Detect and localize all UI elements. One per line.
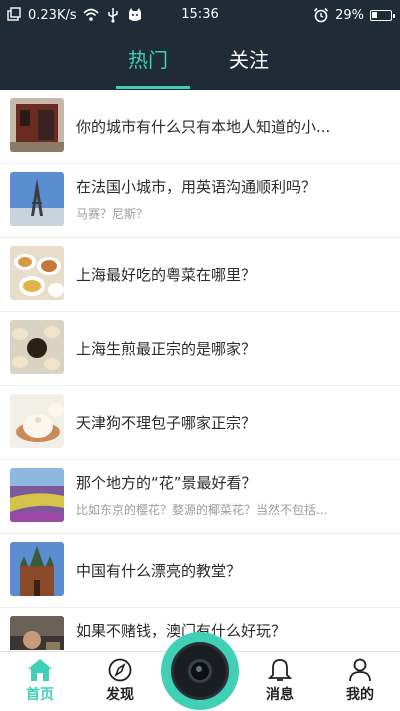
item-title: 上海最好吃的粤菜在哪里？ [76, 266, 257, 284]
building-photo [10, 98, 64, 152]
compass-icon [108, 658, 132, 682]
list-item[interactable]: 上海生煎最正宗的是哪家？ [0, 312, 400, 386]
nav-home[interactable]: 首页 [10, 658, 70, 704]
nav-discover-label: 发现 [106, 687, 134, 703]
user-icon [349, 658, 371, 682]
home-icon [28, 659, 52, 681]
church-photo [10, 542, 64, 596]
tab-hot[interactable]: 热门 [128, 46, 168, 74]
list-item[interactable]: 你的城市有什么只有本地人知道的小... [0, 90, 400, 164]
dumplings-photo [10, 320, 64, 374]
list-item[interactable]: 那个地方的“花”景最好看？ 比如东京的樱花？婺源的椰菜花？当然不包括... [0, 460, 400, 534]
alarm-icon [314, 7, 329, 23]
nav-me[interactable]: 我的 [330, 658, 390, 704]
battery-percent: 29% [335, 7, 364, 23]
nav-home-label: 首页 [26, 687, 54, 703]
eiffel-tower-photo [10, 172, 64, 226]
item-title: 你的城市有什么只有本地人知道的小... [76, 118, 331, 136]
status-right: 29% [313, 6, 395, 24]
baozi-photo [10, 394, 64, 448]
list-item[interactable]: 天津狗不理包子哪家正宗？ [0, 386, 400, 460]
question-feed: 你的城市有什么只有本地人知道的小... 在法国小城市，用英语沟通顺利吗？ 马赛？… [0, 90, 400, 650]
camera-icon [171, 642, 229, 700]
item-subtitle: 马赛？尼斯？ [76, 207, 149, 221]
camera-lens [188, 659, 212, 683]
flower-field-photo [10, 468, 64, 522]
item-title: 天津狗不理包子哪家正宗？ [76, 414, 257, 432]
battery-icon [370, 9, 395, 21]
bell-icon [267, 659, 293, 681]
item-title: 中国有什么漂亮的教堂？ [76, 562, 242, 580]
item-title: 那个地方的“花”景最好看？ [76, 474, 257, 492]
item-title: 上海生煎最正宗的是哪家？ [76, 340, 257, 358]
battery-fill [372, 11, 377, 18]
top-header: 热门 关注 [0, 30, 400, 90]
nav-messages-label: 消息 [266, 687, 294, 703]
macau-photo [10, 616, 64, 650]
tab-follow[interactable]: 关注 [229, 46, 269, 74]
item-title: 在法国小城市，用英语沟通顺利吗？ [76, 178, 317, 196]
app-screen: 0.23K/s 15:36 29% 热门 关注 你的城市有什么只有本地人知道的小… [0, 0, 400, 711]
camera-button[interactable] [161, 632, 239, 710]
item-subtitle: 比如东京的樱花？婺源的椰菜花？当然不包括... [76, 503, 328, 517]
list-item[interactable]: 在法国小城市，用英语沟通顺利吗？ 马赛？尼斯？ [0, 164, 400, 238]
list-item[interactable]: 中国有什么漂亮的教堂？ [0, 534, 400, 608]
status-bar: 0.23K/s 15:36 29% [0, 0, 400, 30]
nav-me-label: 我的 [346, 687, 374, 703]
list-item[interactable]: 上海最好吃的粤菜在哪里？ [0, 238, 400, 312]
nav-discover[interactable]: 发现 [90, 658, 150, 704]
dim-sum-photo [10, 246, 64, 300]
active-tab-indicator [116, 86, 190, 89]
nav-messages[interactable]: 消息 [250, 658, 310, 704]
